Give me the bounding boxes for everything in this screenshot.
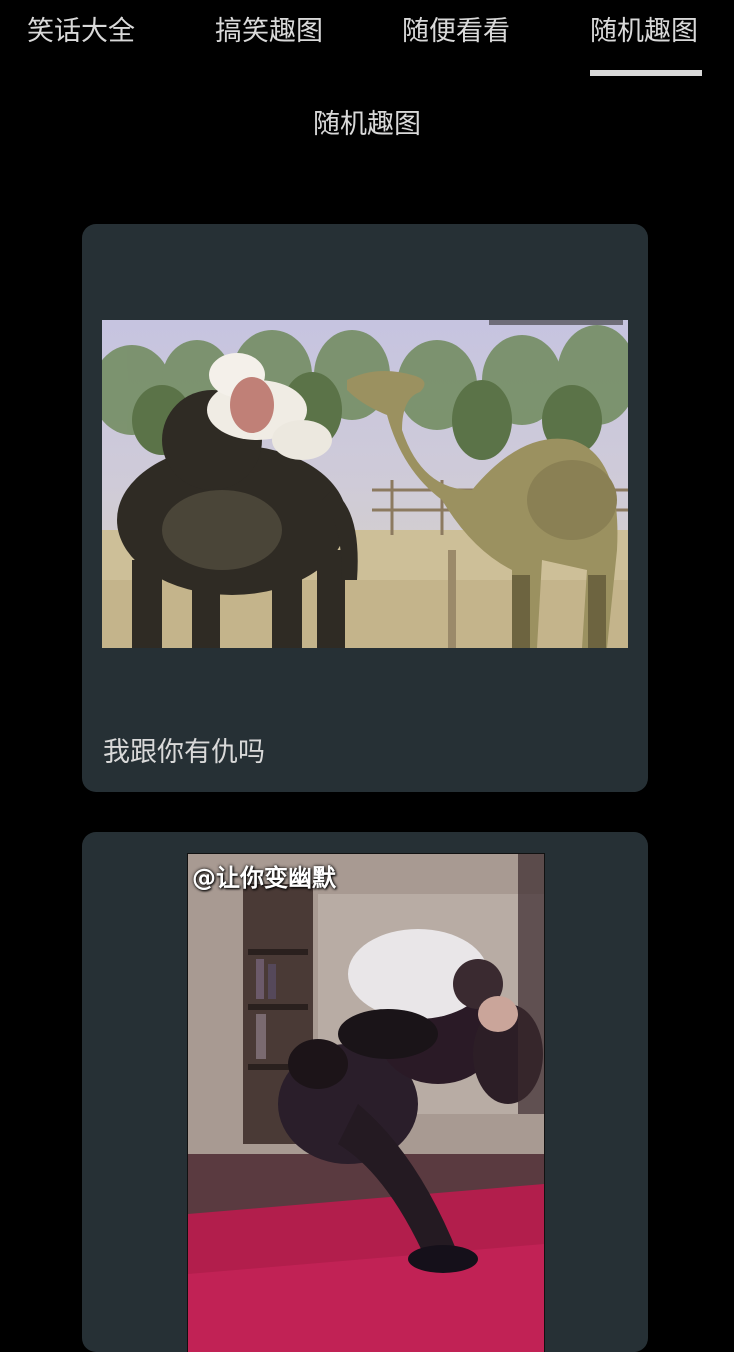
- post-card[interactable]: @让你变幽默: [82, 832, 648, 1352]
- tab-jokes[interactable]: 笑话大全: [27, 12, 135, 80]
- page-title: 随机趣图: [313, 109, 421, 140]
- tab-underline: [590, 70, 702, 76]
- tab-random-pics[interactable]: 随机趣图: [590, 12, 702, 80]
- camels-image: [102, 320, 628, 648]
- tab-bar: 笑话大全 搞笑趣图 随便看看 随机趣图: [0, 0, 734, 80]
- post-card[interactable]: 我跟你有仇吗: [82, 224, 648, 792]
- tab-browse[interactable]: 随便看看: [402, 12, 510, 80]
- post-image[interactable]: [102, 320, 628, 648]
- image-watermark: @让你变幽默: [192, 864, 336, 892]
- post-image[interactable]: @让你变幽默: [187, 853, 545, 1352]
- tab-funny-pics[interactable]: 搞笑趣图: [215, 12, 323, 80]
- tab-label: 随便看看: [402, 16, 510, 47]
- tab-label: 笑话大全: [27, 16, 135, 47]
- people-image: [188, 854, 544, 1352]
- tab-label: 随机趣图: [590, 16, 698, 47]
- post-caption: 我跟你有仇吗: [103, 737, 265, 768]
- tab-label: 搞笑趣图: [215, 16, 323, 47]
